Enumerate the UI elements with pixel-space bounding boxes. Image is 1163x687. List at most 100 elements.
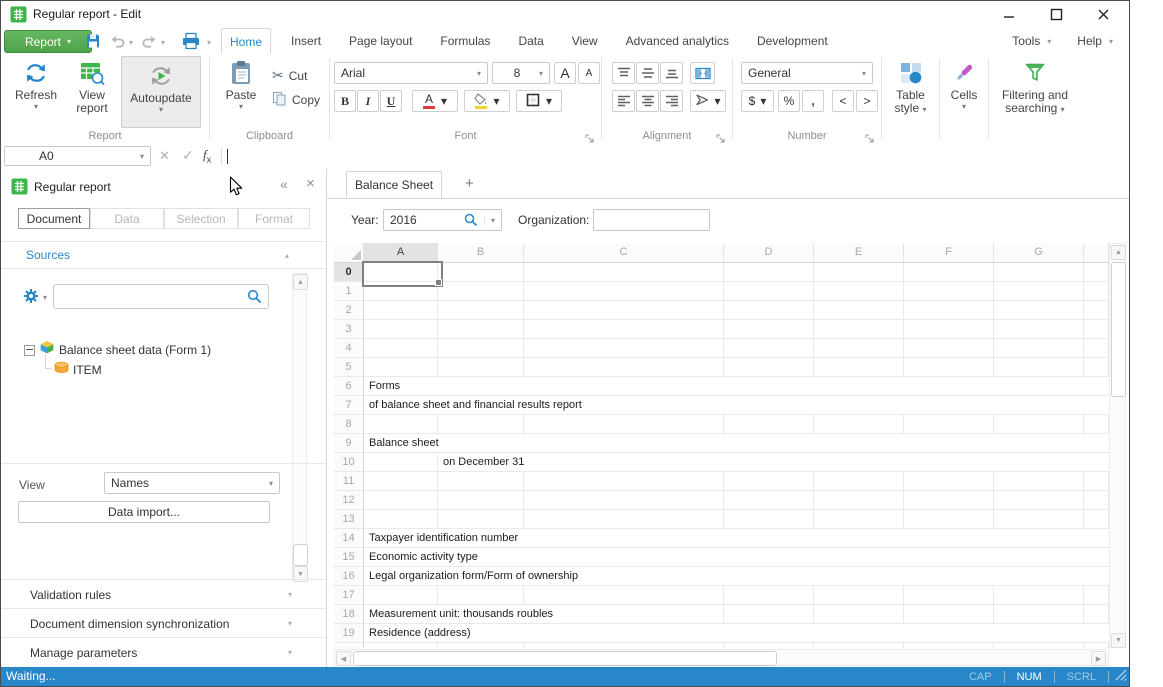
close-panel-icon[interactable]: × [306, 175, 315, 192]
row-header-18[interactable]: 18 [334, 605, 364, 624]
row-header-6[interactable]: 6 [334, 377, 364, 396]
alignment-dialog-launcher-icon[interactable] [716, 130, 726, 140]
row-header-20[interactable] [334, 643, 364, 648]
grid-cell[interactable] [1084, 339, 1109, 358]
panel-tab-data[interactable]: Data [90, 208, 164, 229]
grid-cell[interactable] [904, 415, 994, 434]
grid-cell[interactable] [994, 301, 1084, 320]
grid-cell-merged[interactable]: Forms [364, 377, 1109, 396]
font-dialog-launcher-icon[interactable] [585, 130, 595, 140]
grid-cell[interactable] [524, 282, 724, 301]
text-orientation-button[interactable]: ▾ [690, 90, 726, 112]
grid-cell[interactable] [1084, 643, 1109, 648]
grid-cell[interactable] [1084, 472, 1109, 491]
grid-cell[interactable] [994, 491, 1084, 510]
menu-tab-view[interactable]: View [564, 28, 606, 54]
grid-cell[interactable] [524, 586, 724, 605]
align-left-button[interactable] [612, 90, 635, 112]
close-button[interactable] [1090, 5, 1116, 24]
grid-cell[interactable] [438, 586, 524, 605]
redo-dropdown-icon[interactable]: ▾ [161, 38, 165, 47]
horizontal-scrollbar[interactable]: ◀ ▶ [334, 649, 1109, 666]
grow-font-button[interactable]: A [554, 62, 576, 84]
grid-cell[interactable] [1084, 263, 1109, 282]
align-right-button[interactable] [660, 90, 683, 112]
row-header-8[interactable]: 8 [334, 415, 364, 434]
grid-cell[interactable] [1084, 415, 1109, 434]
undo-dropdown-icon[interactable]: ▾ [129, 38, 133, 47]
grid-cell[interactable] [904, 339, 994, 358]
grid-cell[interactable] [1084, 491, 1109, 510]
grid-cell[interactable] [814, 339, 904, 358]
section-validation-rules[interactable]: Validation rules ▾ [1, 580, 326, 608]
section-manage-parameters[interactable]: Manage parameters ▾ [1, 638, 326, 666]
refresh-button[interactable]: Refresh ▾ [9, 57, 63, 112]
grid-cell-merged[interactable]: Legal organization form/Form of ownershi… [364, 567, 1109, 586]
font-family-select[interactable]: Arial ▾ [334, 62, 488, 84]
print-dropdown-icon[interactable]: ▾ [207, 38, 211, 47]
grid-cell[interactable] [724, 491, 814, 510]
grid-cell[interactable] [1084, 586, 1109, 605]
paste-button[interactable]: Paste ▾ [218, 57, 264, 112]
filtering-searching-button[interactable]: Filtering and searching ▾ [991, 57, 1079, 115]
grid-cell[interactable] [438, 415, 524, 434]
grid-cell[interactable] [438, 472, 524, 491]
menu-tab-advanced-analytics[interactable]: Advanced analytics [618, 28, 737, 54]
collapse-section-icon[interactable]: ▴ [285, 251, 289, 260]
row-header-3[interactable]: 3 [334, 320, 364, 339]
column-header-f[interactable]: F [904, 243, 994, 263]
column-header-b[interactable]: B [438, 243, 524, 263]
grid-cell[interactable] [438, 282, 524, 301]
row-header-16[interactable]: 16 [334, 567, 364, 586]
row-header-11[interactable]: 11 [334, 472, 364, 491]
increase-decimal-button[interactable]: > [856, 90, 878, 112]
grid-cell[interactable] [724, 586, 814, 605]
redo-button[interactable] [141, 35, 158, 53]
grid-cell-merged[interactable]: Residence (address) [364, 624, 1109, 643]
row-header-13[interactable]: 13 [334, 510, 364, 529]
sources-section-header[interactable]: Sources [26, 248, 70, 262]
grid-cell[interactable] [364, 491, 438, 510]
grid-cell[interactable] [524, 472, 724, 491]
grid-cell[interactable] [994, 263, 1084, 282]
decrease-decimal-button[interactable]: < [832, 90, 854, 112]
grid-cell[interactable] [724, 510, 814, 529]
grid-cell[interactable] [724, 301, 814, 320]
grid-cell[interactable] [438, 510, 524, 529]
grid-cell-merged[interactable]: on December 31 [438, 453, 1109, 472]
grid-cell[interactable] [724, 263, 814, 282]
grid-cell[interactable] [1084, 282, 1109, 301]
merge-cells-button[interactable] [690, 62, 715, 84]
row-header-10[interactable]: 10 [334, 453, 364, 472]
row-header-0[interactable]: 0 [334, 263, 364, 282]
row-header-7[interactable]: 7 [334, 396, 364, 415]
percent-format-button[interactable]: % [778, 90, 800, 112]
grid-cell-merged[interactable]: Measurement unit: thousands roubles [364, 605, 724, 624]
name-box[interactable]: A0 ▾ [4, 146, 151, 166]
grid-cell[interactable] [524, 643, 724, 648]
grid-cell[interactable] [904, 605, 994, 624]
grid-cell[interactable] [364, 510, 438, 529]
resize-grip-icon[interactable] [1114, 668, 1127, 684]
align-top-button[interactable] [612, 62, 635, 84]
grid-cell[interactable] [814, 472, 904, 491]
minimize-button[interactable] [996, 5, 1022, 24]
grid-cell[interactable] [994, 472, 1084, 491]
view-report-button[interactable]: View report [65, 57, 119, 115]
print-button[interactable] [181, 32, 201, 55]
menu-help[interactable]: Help▾ [1077, 34, 1113, 48]
grid-cell[interactable] [724, 415, 814, 434]
row-header-17[interactable]: 17 [334, 586, 364, 605]
grid-cell[interactable] [994, 586, 1084, 605]
formula-input[interactable] [229, 146, 1125, 166]
grid-cell[interactable] [814, 282, 904, 301]
row-header-19[interactable]: 19 [334, 624, 364, 643]
fill-color-button[interactable]: ▾ [464, 90, 510, 112]
grid-cell-merged[interactable]: Economic activity type [364, 548, 1109, 567]
tree-collapse-icon[interactable] [24, 345, 35, 356]
grid-cell[interactable] [724, 282, 814, 301]
organization-input[interactable] [593, 209, 710, 231]
cancel-entry-icon[interactable]: ✕ [159, 148, 170, 164]
menu-tab-development[interactable]: Development [749, 28, 836, 54]
font-size-select[interactable]: 8 ▾ [492, 62, 550, 84]
